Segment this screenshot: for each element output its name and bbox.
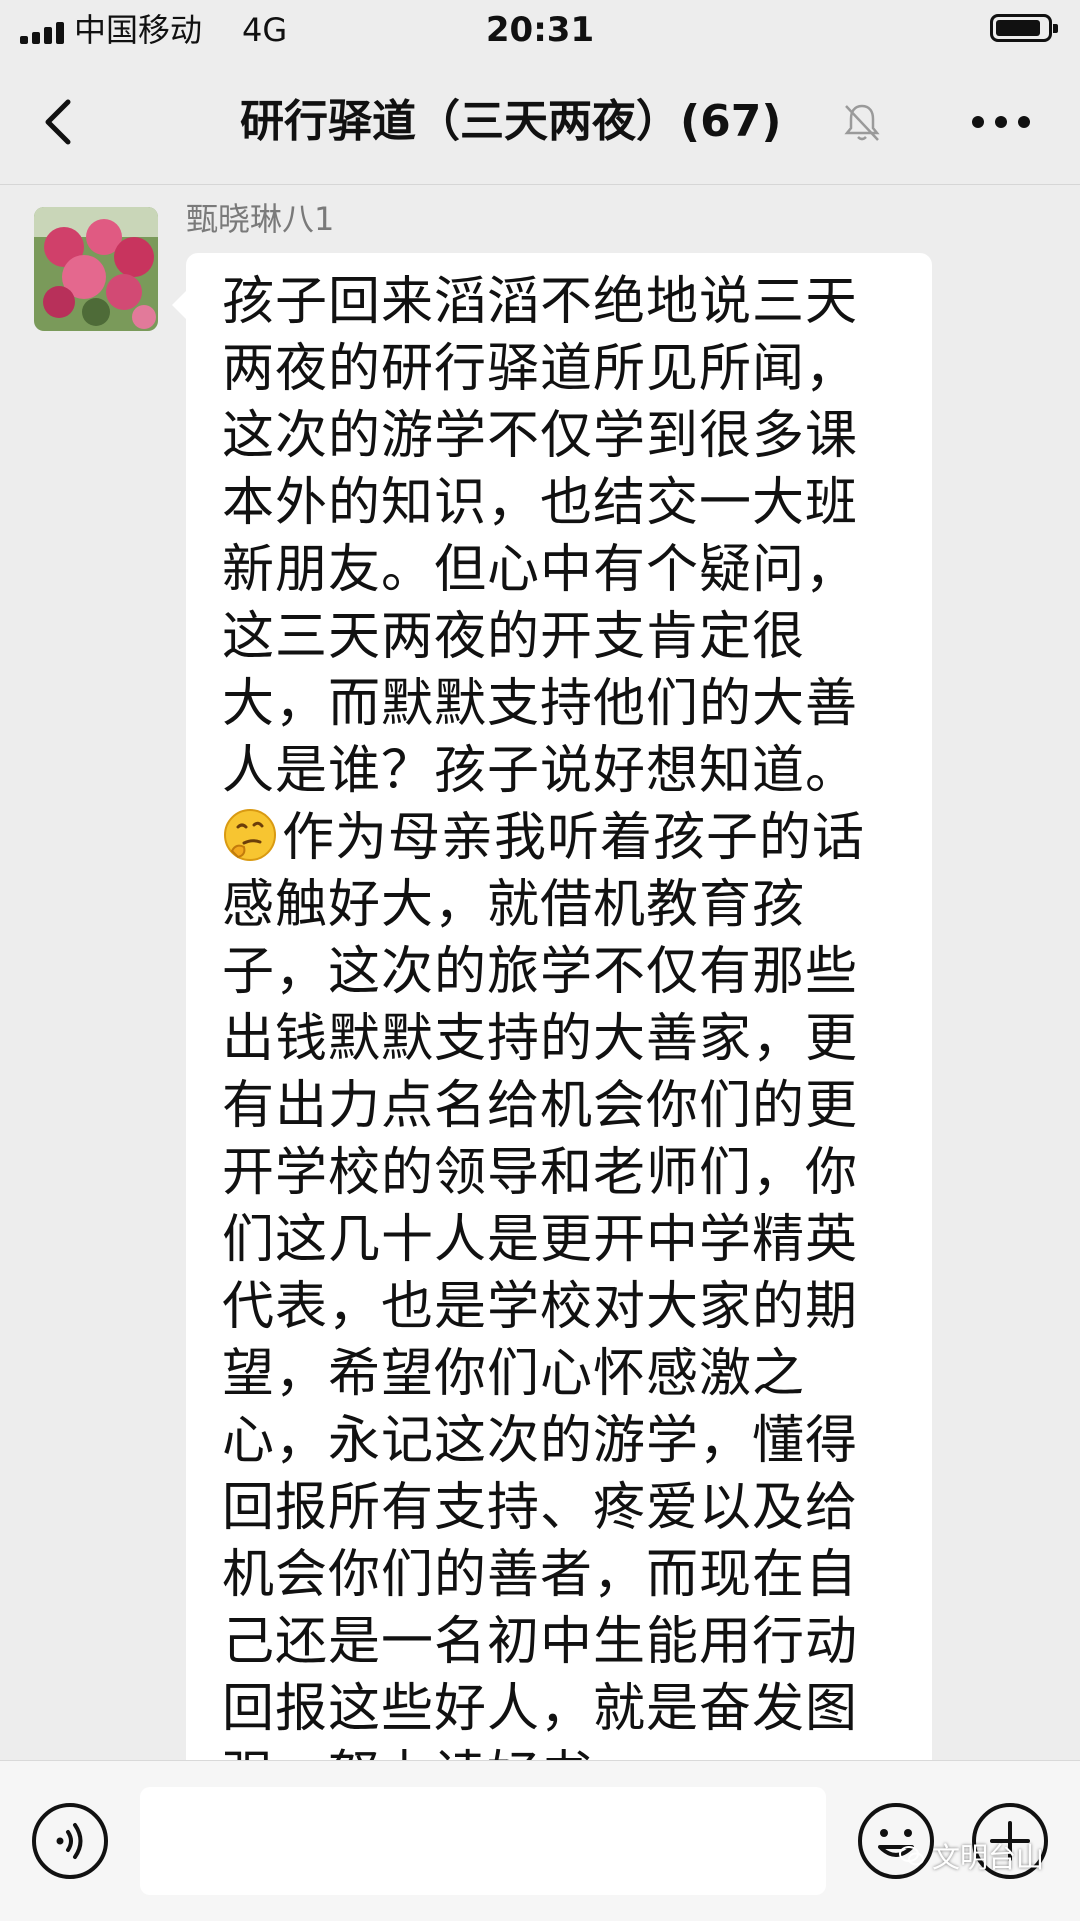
more-options-button[interactable]	[966, 98, 1036, 146]
bell-muted-icon	[844, 104, 880, 141]
battery-icon	[990, 14, 1058, 42]
back-button[interactable]	[30, 90, 94, 154]
avatar-image	[34, 207, 158, 331]
chevron-left-icon	[45, 99, 71, 145]
status-bar: 中国移动 4G 20:31	[0, 0, 1080, 60]
sender-avatar[interactable]	[34, 207, 158, 331]
message-text-part-1: 孩子回来滔滔不绝地说三天两夜的研行驿道所见所闻，这次的游学不仅学到很多课本外的知…	[222, 272, 859, 801]
sender-name: 甄晓琳八1	[186, 200, 335, 238]
message-text: 孩子回来滔滔不绝地说三天两夜的研行驿道所见所闻，这次的游学不仅学到很多课本外的知…	[222, 269, 904, 1760]
message-list[interactable]: 甄晓琳八1 孩子回来滔滔不绝地说三天两夜的研行驿道所见所闻，这次的游学不仅学到很…	[0, 185, 1080, 1760]
message-bubble[interactable]: 孩子回来滔滔不绝地说三天两夜的研行驿道所见所闻，这次的游学不仅学到很多课本外的知…	[172, 253, 932, 1760]
status-time: 20:31	[485, 10, 595, 50]
message-text-part-2: 作为母亲我听着孩子的话感触好大，就借机教育孩子，这次的旅学不仅有那些出钱默默支持…	[222, 808, 866, 1760]
watermark: 文明台山	[898, 1836, 1044, 1876]
chat-title: 研行驿道（三天两夜）(67)	[240, 96, 782, 147]
message-input[interactable]	[140, 1787, 826, 1895]
wechat-logo-icon	[899, 1846, 924, 1866]
voice-button[interactable]	[30, 1801, 110, 1881]
chat-header: 研行驿道（三天两夜）(67)	[0, 60, 1080, 185]
thinking-face-emoji-icon	[224, 809, 276, 861]
more-dots-icon	[972, 116, 1030, 128]
voice-icon	[32, 1803, 108, 1879]
watermark-text: 文明台山	[932, 1841, 1045, 1874]
